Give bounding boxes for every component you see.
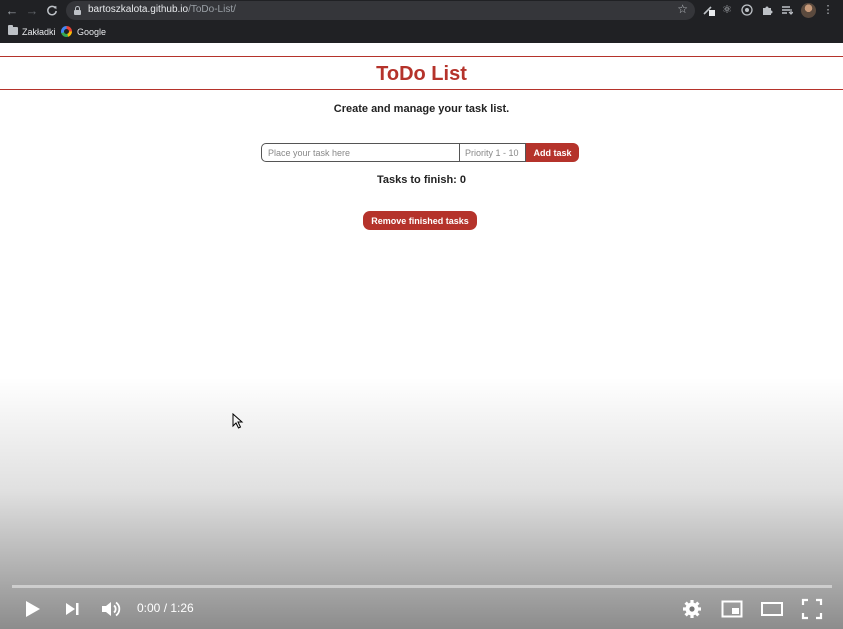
url-text: bartoszkalota.github.io/ToDo-List/ (88, 4, 236, 15)
bookmarks-bar: Zakładki Google (0, 22, 843, 43)
page-subtitle: Create and manage your task list. (333, 103, 510, 115)
play-icon[interactable] (20, 597, 44, 621)
address-bar[interactable]: bartoszkalota.github.io/ToDo-List/ ☆ (66, 1, 695, 20)
next-icon[interactable] (60, 597, 84, 621)
browser-chrome: ← → bartoszkalota.github.io/ToDo-List/ ☆… (0, 0, 843, 43)
page-title: ToDo List (376, 63, 467, 85)
settings-icon[interactable] (680, 597, 704, 621)
volume-icon[interactable] (99, 597, 123, 621)
fullscreen-icon[interactable] (800, 597, 824, 621)
theater-icon[interactable] (760, 597, 784, 621)
puzzle-icon[interactable] (760, 3, 774, 17)
forward-icon[interactable]: → (24, 3, 40, 19)
back-icon[interactable]: ← (4, 3, 20, 19)
avatar[interactable] (801, 3, 816, 18)
task-input[interactable] (261, 143, 461, 162)
tasks-counter: Tasks to finish: 0 (0, 174, 843, 186)
lock-icon (74, 6, 81, 15)
priority-input[interactable] (459, 143, 526, 162)
star-icon[interactable]: ☆ (677, 2, 688, 16)
url-host: bartoszkalota.github.io (88, 4, 189, 15)
bookmark-google[interactable]: Google (77, 26, 106, 38)
tasks-counter-value: 0 (459, 174, 467, 186)
title-bar: ToDo List (0, 56, 843, 90)
miniplayer-icon[interactable] (720, 597, 744, 621)
folder-icon (8, 25, 18, 35)
time-total: 1:26 (170, 601, 194, 615)
add-task-button[interactable]: Add task (526, 143, 579, 162)
google-icon (61, 26, 72, 37)
remove-finished-button[interactable]: Remove finished tasks (363, 211, 477, 230)
reload-icon[interactable] (44, 3, 60, 19)
tasks-counter-label: Tasks to finish: (376, 174, 457, 186)
reading-list-icon[interactable] (780, 3, 794, 17)
time-current: 0:00 (137, 601, 161, 615)
react-extension-icon[interactable]: ⚛ (720, 3, 734, 17)
browser-toolbar: ← → bartoszkalota.github.io/ToDo-List/ ☆… (0, 0, 843, 22)
menu-icon[interactable]: ⋮ (821, 3, 835, 17)
progress-bar[interactable] (12, 585, 832, 588)
url-path: /ToDo-List/ (188, 4, 236, 15)
circle-extension-icon[interactable] (740, 3, 754, 17)
player-gradient (0, 377, 843, 629)
time-separator: / (160, 601, 171, 615)
time-display: 0:00 / 1:26 (137, 601, 194, 615)
pencil-extension-icon[interactable] (702, 3, 716, 17)
bookmark-zakladki[interactable]: Zakładki (22, 26, 56, 38)
